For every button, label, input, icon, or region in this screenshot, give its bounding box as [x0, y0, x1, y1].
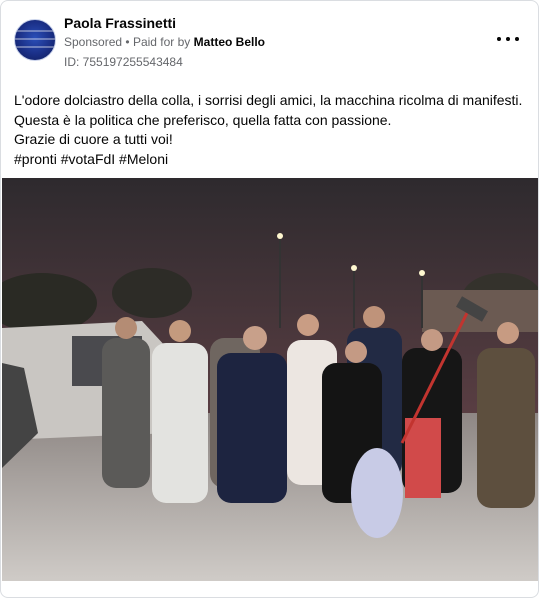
author-name[interactable]: Paola Frassinetti	[64, 15, 176, 31]
more-options-icon[interactable]	[497, 31, 519, 47]
post-text-line: Grazie di cuore a tutti voi!	[14, 131, 173, 147]
paid-for-prefix: Paid for by	[132, 35, 191, 49]
paid-for-name[interactable]: Matteo Bello	[194, 35, 265, 49]
post-hashtags[interactable]: #pronti #votaFdI #Meloni	[14, 150, 529, 170]
group-photo-image[interactable]	[2, 178, 538, 581]
post-meta: Sponsored • Paid for by Matteo Bello	[64, 35, 265, 49]
profile-avatar[interactable]	[14, 19, 56, 61]
post-text-line: L'odore dolciastro della colla, i sorris…	[14, 92, 523, 108]
post-text-line: Questa è la politica che preferisco, que…	[14, 111, 392, 128]
ad-id: ID: 755197255543484	[64, 55, 183, 69]
sponsored-label: Sponsored	[64, 35, 123, 49]
post-text: L'odore dolciastro della colla, i sorris…	[14, 91, 529, 169]
sponsored-post-card: Paola Frassinetti Sponsored • Paid for b…	[0, 0, 539, 598]
meta-separator: •	[125, 35, 130, 49]
